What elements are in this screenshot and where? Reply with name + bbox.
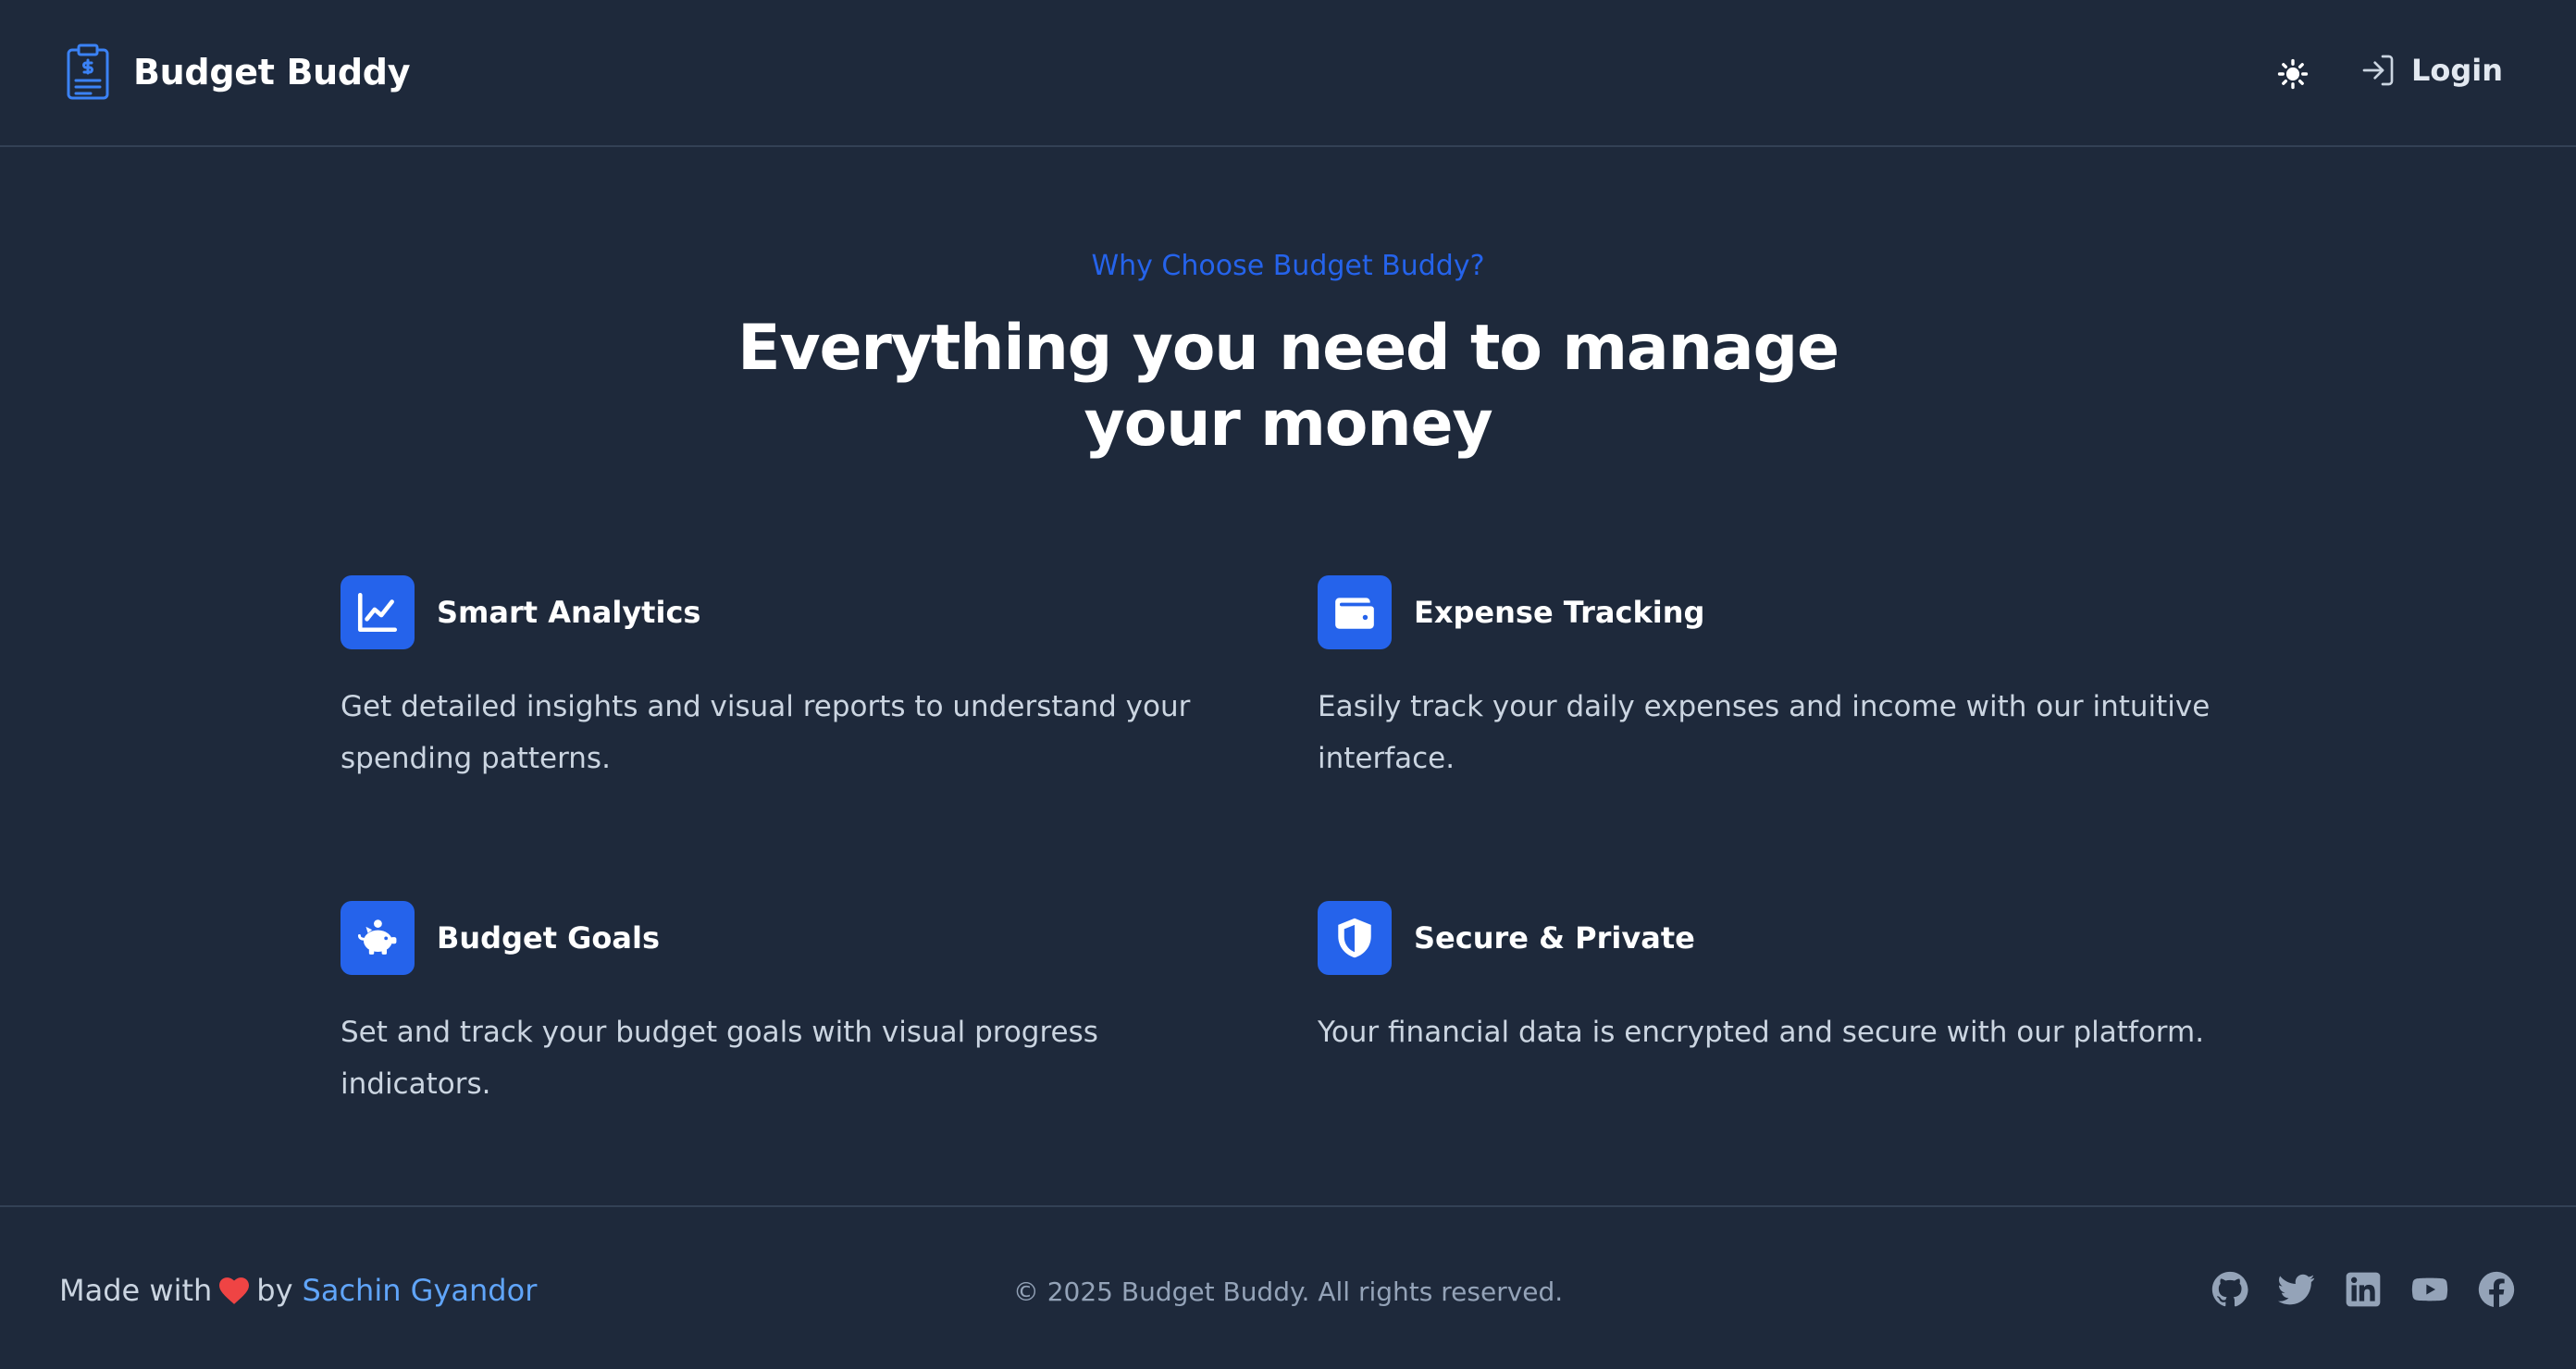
copyright-text: © 2025 Budget Buddy. All rights reserved… [1012, 1276, 1564, 1307]
chart-line-icon [357, 592, 398, 633]
facebook-link[interactable] [2478, 1271, 2515, 1308]
brand-name: Budget Buddy [133, 52, 411, 92]
login-button[interactable]: Login [2359, 52, 2503, 89]
feature-description: Set and track your budget goals with vis… [341, 1016, 1098, 1101]
feature-icon-box [1318, 575, 1392, 649]
feature-title: Budget Goals [437, 920, 660, 956]
linkedin-icon [2346, 1272, 2381, 1307]
login-label: Login [2411, 53, 2504, 88]
feature-title: Secure & Private [1414, 920, 1695, 956]
facebook-icon [2478, 1271, 2515, 1307]
clipboard-dollar-icon [67, 43, 109, 100]
section-eyebrow: Why Choose Budget Buddy? [1091, 250, 1485, 282]
piggy-bank-icon [357, 919, 397, 955]
feature-budget-goals: Budget Goals Set and track your budget g… [341, 901, 1266, 1110]
linkedin-link[interactable] [2345, 1271, 2382, 1308]
twitter-link[interactable] [2278, 1271, 2315, 1308]
landing-page: Budget Buddy Login Why Choose Budget Bud… [0, 0, 2576, 1369]
section-headline: Everything you need to manage your money [737, 312, 1839, 461]
feature-title: Expense Tracking [1414, 595, 1705, 630]
top-navbar: Budget Buddy Login [0, 0, 2576, 147]
feature-expense-tracking: Expense Tracking Easily track your daily… [1318, 575, 2243, 784]
shield-icon [1338, 918, 1371, 958]
login-arrow-icon [2362, 55, 2394, 86]
theme-toggle-button[interactable] [2273, 54, 2313, 94]
feature-icon-box [341, 901, 415, 975]
footer: Made with by Sachin Gyandor © 2025 Budge… [0, 1205, 2576, 1369]
feature-description: Your financial data is encrypted and sec… [1318, 1016, 2205, 1049]
social-links [2211, 1271, 2515, 1308]
sun-icon [2277, 58, 2309, 90]
feature-secure-private: Secure & Private Your financial data is … [1318, 901, 2243, 1058]
feature-title: Smart Analytics [437, 595, 701, 630]
brand[interactable]: Budget Buddy [65, 43, 410, 102]
twitter-icon [2278, 1274, 2315, 1305]
youtube-link[interactable] [2411, 1271, 2448, 1308]
feature-icon-box [341, 575, 415, 649]
feature-icon-box [1318, 901, 1392, 975]
feature-smart-analytics: Smart Analytics Get detailed insights an… [341, 575, 1266, 784]
github-icon [2211, 1271, 2248, 1307]
youtube-icon [2411, 1277, 2448, 1301]
github-link[interactable] [2211, 1271, 2248, 1308]
feature-description: Get detailed insights and visual reports… [341, 690, 1191, 775]
feature-description: Easily track your daily expenses and inc… [1318, 690, 2211, 775]
wallet-icon [1335, 598, 1374, 629]
